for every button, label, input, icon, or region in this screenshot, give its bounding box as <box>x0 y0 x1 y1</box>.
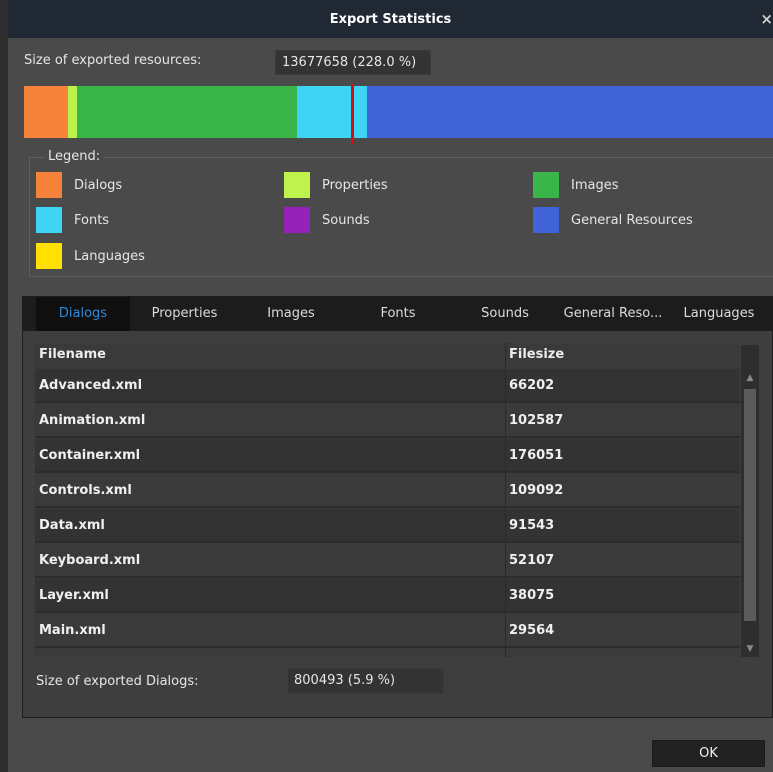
filesize-cell: 176051 <box>509 448 564 463</box>
legend-swatch-languages <box>36 243 62 269</box>
filesize-cell: 66202 <box>509 378 555 393</box>
legend-item-properties: Properties <box>284 172 388 198</box>
tab-general-resources[interactable]: General Reso... <box>558 297 668 331</box>
legend-label: Dialogs <box>74 177 123 193</box>
legend-swatch-sounds <box>284 207 310 233</box>
legend-item-dialogs: Dialogs <box>36 172 122 198</box>
close-icon[interactable]: × <box>759 10 773 28</box>
table-row[interactable]: Animation.xml 102587 <box>35 404 740 438</box>
table-row[interactable]: Main.xml 29564 <box>35 614 740 648</box>
exported-size-field: 13677658 (228.0 %) <box>275 50 431 75</box>
filename-cell: Container.xml <box>39 448 141 463</box>
scroll-down-icon[interactable]: ▼ <box>744 643 756 655</box>
table-row[interactable]: Container.xml 176051 <box>35 439 740 473</box>
filesize-cell: 52107 <box>509 553 555 568</box>
legend-item-fonts: Fonts <box>36 207 109 233</box>
table-row[interactable]: Data.xml 91543 <box>35 509 740 543</box>
table-row[interactable]: Keyboard.xml 52107 <box>35 544 740 578</box>
table-row[interactable]: Controls.xml 109092 <box>35 474 740 508</box>
usage-limit-marker <box>351 84 354 144</box>
bar-segment-images <box>77 86 297 138</box>
scrollbar-thumb[interactable] <box>744 389 756 621</box>
bar-segment-dialogs <box>24 86 68 138</box>
filename-cell: Data.xml <box>39 518 105 533</box>
tab-sounds[interactable]: Sounds <box>458 297 552 331</box>
tab-languages[interactable]: Languages <box>676 297 762 331</box>
filename-cell: Controls.xml <box>39 483 132 498</box>
table-row[interactable]: Advanced.xml 66202 <box>35 369 740 403</box>
title-bar: Export Statistics × <box>8 0 773 38</box>
legend-swatch-general-resources <box>533 207 559 233</box>
filename-cell: Advanced.xml <box>39 378 143 393</box>
legend-item-images: Images <box>533 172 619 198</box>
filesize-cell: 29564 <box>509 623 555 638</box>
legend-item-general-resources: General Resources <box>533 207 693 233</box>
filename-cell: Layer.xml <box>39 588 109 603</box>
legend-item-languages: Languages <box>36 243 145 269</box>
legend-label: Fonts <box>74 212 110 228</box>
tab-properties[interactable]: Properties <box>137 297 232 331</box>
tab-fonts[interactable]: Fonts <box>351 297 445 331</box>
scroll-up-icon[interactable]: ▲ <box>744 372 756 384</box>
filesize-cell: 109092 <box>509 483 564 498</box>
dialogs-size-label: Size of exported Dialogs: <box>36 674 199 689</box>
legend-swatch-dialogs <box>36 172 62 198</box>
legend-label: General Resources <box>571 212 693 228</box>
filename-cell: Keyboard.xml <box>39 553 141 568</box>
legend-title: Legend: <box>45 149 104 164</box>
exported-size-label: Size of exported resources: <box>24 53 202 68</box>
window-left-edge <box>0 0 8 772</box>
tab-images[interactable]: Images <box>244 297 338 331</box>
table-row[interactable]: Layer.xml 38075 <box>35 579 740 613</box>
filesize-cell: 38075 <box>509 588 555 603</box>
filesize-cell: 91543 <box>509 518 555 533</box>
filename-cell: Animation.xml <box>39 413 146 428</box>
legend-swatch-properties <box>284 172 310 198</box>
filename-cell: Main.xml <box>39 623 106 638</box>
legend-label: Images <box>571 177 619 193</box>
table-header: Filename Filesize <box>35 343 740 369</box>
legend-item-sounds: Sounds <box>284 207 370 233</box>
legend-label: Sounds <box>322 212 370 228</box>
resource-usage-bar <box>24 86 773 138</box>
legend-label: Properties <box>322 177 388 193</box>
legend-swatch-fonts <box>36 207 62 233</box>
bar-segment-fonts <box>297 86 367 138</box>
tab-dialogs[interactable]: Dialogs <box>36 297 130 331</box>
window-title: Export Statistics <box>329 11 452 27</box>
bar-segment-general-resources <box>367 86 773 138</box>
dialogs-size-field: 800493 (5.9 %) <box>287 668 444 694</box>
column-divider <box>505 343 506 657</box>
ok-button[interactable]: OK <box>652 740 765 767</box>
legend-swatch-images <box>533 172 559 198</box>
bar-segment-properties <box>68 86 77 138</box>
column-header-filename[interactable]: Filename <box>39 347 106 362</box>
legend-label: Languages <box>74 248 145 264</box>
column-header-filesize[interactable]: Filesize <box>509 347 564 362</box>
filesize-cell: 102587 <box>509 413 564 428</box>
